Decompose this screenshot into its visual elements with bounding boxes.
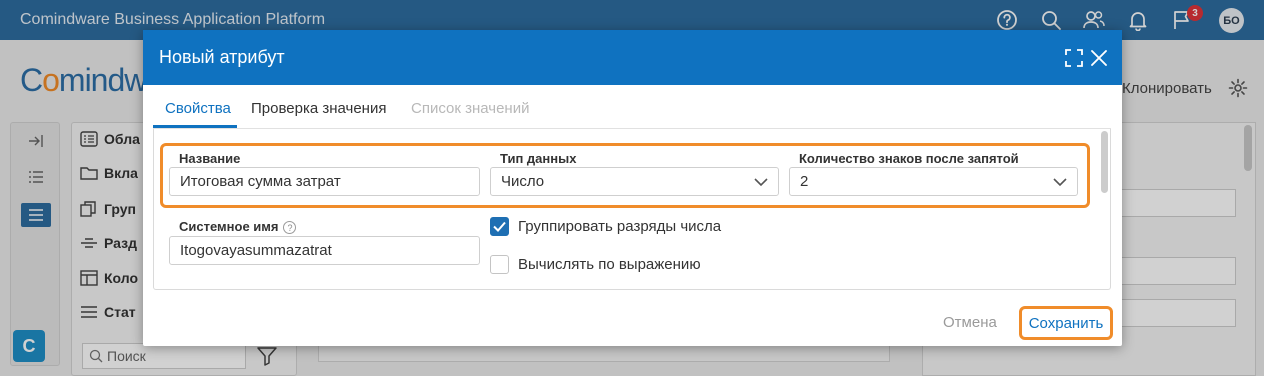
- system-name-field[interactable]: Itogovayasummazatrat: [169, 236, 480, 265]
- name-label: Название: [179, 151, 241, 166]
- close-icon[interactable]: [1089, 48, 1109, 68]
- calculate-expression-label: Вычислять по выражению: [518, 256, 701, 273]
- chevron-down-icon: [1053, 178, 1067, 187]
- group-digits-label: Группировать разряды числа: [518, 218, 722, 235]
- question-icon[interactable]: ?: [283, 221, 297, 235]
- properties-form: Название Итоговая сумма затрат Тип данны…: [153, 129, 1111, 290]
- tab-properties[interactable]: Свойства: [165, 100, 231, 117]
- cancel-button[interactable]: Отмена: [943, 314, 997, 331]
- maximize-icon[interactable]: [1064, 48, 1084, 68]
- group-digits-checkbox[interactable]: [490, 217, 509, 236]
- data-type-select[interactable]: Число: [490, 167, 779, 196]
- new-attribute-dialog: Новый атрибут Свойства Проверка значения…: [143, 30, 1122, 346]
- chevron-down-icon: [754, 178, 768, 187]
- scrollbar[interactable]: [1101, 131, 1108, 193]
- check-icon: [493, 221, 506, 232]
- tab-value-list: Список значений: [411, 100, 530, 117]
- system-name-label: Системное имя?: [179, 219, 297, 235]
- save-button[interactable]: Сохранить: [1019, 306, 1113, 340]
- decimals-label: Количество знаков после запятой: [799, 151, 1019, 166]
- name-field[interactable]: Итоговая сумма затрат: [169, 167, 480, 196]
- calculate-expression-checkbox[interactable]: [490, 255, 509, 274]
- data-type-label: Тип данных: [500, 151, 577, 166]
- dialog-header: Новый атрибут: [143, 30, 1122, 85]
- tab-value-validation[interactable]: Проверка значения: [251, 100, 386, 117]
- dialog-title: Новый атрибут: [159, 47, 285, 67]
- decimals-select[interactable]: 2: [789, 167, 1078, 196]
